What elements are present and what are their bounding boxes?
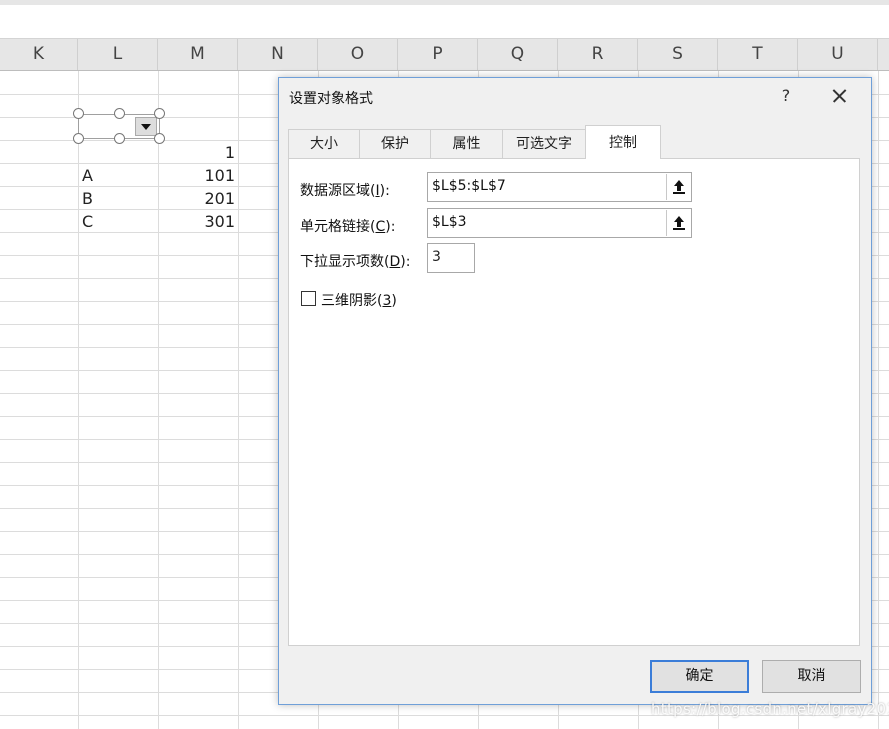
column-header-row: K L M N O P Q R S T U xyxy=(0,38,889,71)
dropdown-lines-value: 3 xyxy=(432,249,441,265)
resize-handle-br[interactable] xyxy=(154,133,165,144)
control-tab-panel: 数据源区域(I): $L$5:$L$7 单元格链接(C): $L$3 下拉显示项… xyxy=(288,158,860,646)
range-picker-icon xyxy=(673,180,685,194)
column-header-l[interactable]: L xyxy=(78,39,158,70)
column-header-n[interactable]: N xyxy=(238,39,318,70)
column-header-t[interactable]: T xyxy=(718,39,798,70)
tab-properties[interactable]: 属性 xyxy=(430,129,503,158)
collapse-dialog-button[interactable] xyxy=(666,210,690,236)
column-header-q[interactable]: Q xyxy=(478,39,558,70)
column-header-m[interactable]: M xyxy=(158,39,238,70)
cancel-button[interactable]: 取消 xyxy=(762,660,861,693)
dropdown-lines-field[interactable]: 3 xyxy=(427,243,475,273)
resize-handle-bm[interactable] xyxy=(114,133,125,144)
column-header-r[interactable]: R xyxy=(558,39,638,70)
resize-handle-tl[interactable] xyxy=(73,108,84,119)
cell-link-value: $L$3 xyxy=(432,214,467,230)
cell-link-label: 单元格链接(C): xyxy=(300,219,396,235)
help-button[interactable]: ? xyxy=(776,84,796,108)
tab-control[interactable]: 控制 xyxy=(585,125,661,159)
dropdown-lines-label: 下拉显示项数(D): xyxy=(300,254,411,270)
ok-button[interactable]: 确定 xyxy=(650,660,749,693)
grid-column-line xyxy=(158,71,159,729)
resize-handle-tm[interactable] xyxy=(114,108,125,119)
cell-link-field[interactable]: $L$3 xyxy=(427,208,692,238)
input-range-label: 数据源区域(I): xyxy=(300,183,390,199)
range-picker-icon xyxy=(673,216,685,230)
watermark-text: https://blog.csdn.net/xlgray2012 xyxy=(651,700,889,718)
column-header-u[interactable]: U xyxy=(798,39,878,70)
3d-shading-checkbox[interactable] xyxy=(301,291,316,306)
cell-l6[interactable]: B xyxy=(82,188,93,210)
column-header-k[interactable]: K xyxy=(0,39,78,70)
input-range-field[interactable]: $L$5:$L$7 xyxy=(427,172,692,202)
close-icon[interactable] xyxy=(828,84,852,108)
cell-m6[interactable]: 201 xyxy=(190,188,235,210)
tab-size[interactable]: 大小 xyxy=(288,129,360,158)
column-header-p[interactable]: P xyxy=(398,39,478,70)
cell-m3[interactable]: 1 xyxy=(200,142,235,164)
formula-bar-area xyxy=(0,0,889,38)
resize-handle-tr[interactable] xyxy=(154,108,165,119)
grid-column-line xyxy=(78,71,79,729)
column-header-s[interactable]: S xyxy=(638,39,718,70)
tab-alt-text[interactable]: 可选文字 xyxy=(502,129,586,158)
cell-l7[interactable]: C xyxy=(82,211,93,233)
3d-shading-label[interactable]: 三维阴影(3) xyxy=(321,290,397,310)
cell-m5[interactable]: 101 xyxy=(190,165,235,187)
chevron-down-icon[interactable] xyxy=(135,117,157,136)
cell-l5[interactable]: A xyxy=(82,165,93,187)
resize-handle-bl[interactable] xyxy=(73,133,84,144)
grid-column-line xyxy=(238,71,239,729)
collapse-dialog-button[interactable] xyxy=(666,174,690,200)
column-header-o[interactable]: O xyxy=(318,39,398,70)
tab-protection[interactable]: 保护 xyxy=(359,129,431,158)
input-range-value: $L$5:$L$7 xyxy=(432,178,506,194)
grid-column-line xyxy=(878,71,879,729)
format-control-dialog: 设置对象格式 ? 大小 保护 属性 可选文字 控制 数据源区域(I): $L$5… xyxy=(278,77,872,705)
cell-m7[interactable]: 301 xyxy=(190,211,235,233)
dialog-title: 设置对象格式 xyxy=(289,91,373,107)
